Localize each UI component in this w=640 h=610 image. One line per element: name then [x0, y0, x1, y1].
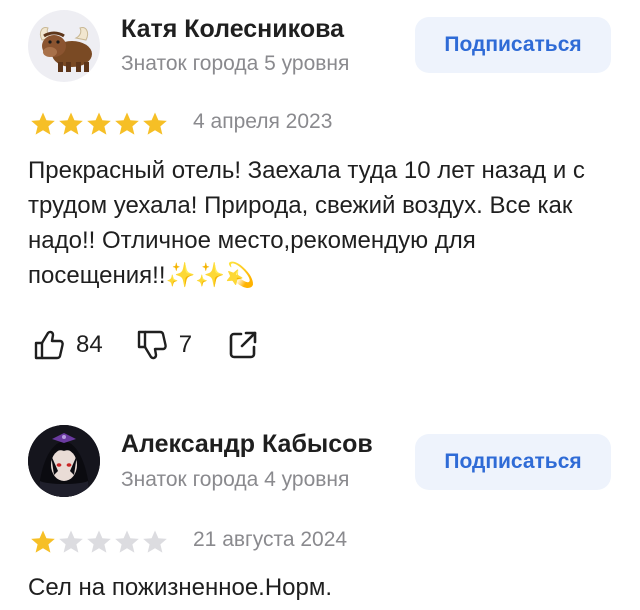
avatar[interactable] — [28, 10, 100, 82]
thumbs-up-icon — [34, 330, 64, 360]
like-button[interactable]: 84 — [32, 328, 103, 362]
star-filled-icon — [31, 112, 55, 135]
review-date: 21 августа 2024 — [193, 528, 348, 551]
yak-emoji-icon — [39, 27, 92, 72]
dislike-count: 7 — [178, 331, 193, 358]
author-name[interactable]: Катя Колесникова — [121, 15, 344, 44]
rating-stars — [30, 529, 168, 555]
rating-stars — [30, 111, 168, 137]
star-filled-icon — [31, 530, 55, 553]
star-empty-icon — [59, 530, 83, 553]
dislike-button[interactable]: 7 — [135, 328, 192, 362]
anime-character-photo — [28, 425, 100, 497]
star-filled-icon — [87, 112, 111, 135]
author-level: Знаток города 5 уровня — [121, 52, 350, 75]
author-name[interactable]: Александр Кабысов — [121, 430, 373, 459]
avatar[interactable] — [28, 425, 100, 497]
like-count: 84 — [76, 331, 103, 358]
review-actions: 84 7 — [32, 328, 260, 362]
star-empty-icon — [115, 530, 139, 553]
review-date: 4 апреля 2023 — [193, 110, 333, 133]
star-empty-icon — [143, 530, 167, 553]
review-text: Сел на пожизненное.Норм. — [28, 574, 333, 601]
author-level: Знаток города 4 уровня — [121, 468, 350, 491]
review-text: Прекрасный отель! Заехала туда 10 лет на… — [28, 157, 585, 289]
star-filled-icon — [59, 112, 83, 135]
subscribe-button[interactable]: Подписаться — [415, 17, 611, 73]
star-filled-icon — [143, 112, 167, 135]
star-empty-icon — [87, 530, 111, 553]
share-icon — [229, 331, 257, 359]
subscribe-button[interactable]: Подписаться — [415, 434, 611, 490]
thumbs-down-icon — [137, 330, 167, 360]
share-button[interactable] — [226, 328, 260, 362]
star-filled-icon — [115, 112, 139, 135]
